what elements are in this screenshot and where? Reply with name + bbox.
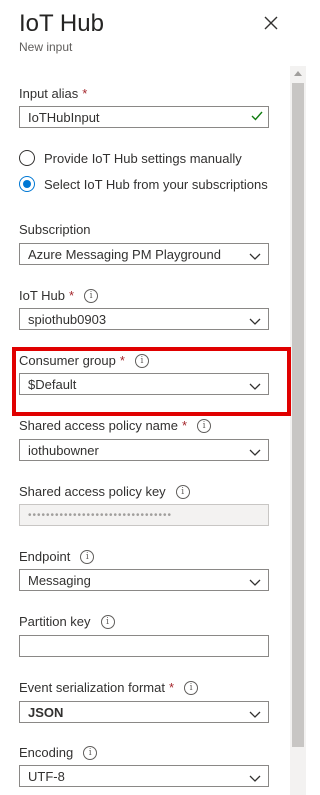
info-icon[interactable]: i — [80, 549, 95, 564]
shared-policy-name-dropdown[interactable]: iothubowner — [19, 439, 269, 461]
chevron-down-icon — [249, 314, 261, 329]
chevron-down-icon — [249, 771, 261, 786]
info-icon[interactable]: i — [184, 680, 199, 695]
chevron-down-icon — [249, 707, 261, 722]
scrollbar-thumb[interactable] — [292, 83, 304, 747]
radio-circle — [19, 150, 35, 166]
info-icon[interactable]: i — [100, 614, 115, 629]
panel-title: IoT Hub — [19, 10, 104, 37]
partition-key-field[interactable] — [19, 635, 269, 657]
subscription-label: Subscription — [19, 222, 91, 237]
close-icon[interactable] — [260, 12, 282, 34]
input-alias-label: Input alias * — [19, 86, 88, 101]
input-alias-field[interactable]: IoTHubInput — [19, 106, 269, 128]
new-input-panel: IoT Hub New input Input alias * IoTHubIn… — [0, 0, 315, 795]
shared-policy-key-field: •••••••••••••••••••••••••••••••• — [19, 504, 269, 526]
shared-policy-name-label: Shared access policy name * i — [19, 418, 212, 433]
info-icon[interactable]: i — [84, 288, 99, 303]
chevron-down-icon — [249, 249, 261, 264]
scroll-up-icon[interactable] — [290, 66, 306, 80]
endpoint-dropdown[interactable]: Messaging — [19, 569, 269, 591]
radio-select-from-subscriptions[interactable]: Select IoT Hub from your subscriptions — [19, 176, 268, 192]
endpoint-label: Endpoint i — [19, 549, 95, 564]
checkmark-icon — [251, 110, 263, 125]
info-icon[interactable]: i — [134, 353, 149, 368]
event-format-label: Event serialization format * i — [19, 680, 199, 695]
iot-hub-label: IoT Hub * i — [19, 288, 99, 303]
chevron-down-icon — [249, 445, 261, 460]
vertical-scrollbar[interactable] — [290, 66, 306, 795]
encoding-dropdown[interactable]: UTF-8 — [19, 765, 269, 787]
info-icon[interactable]: i — [83, 745, 98, 760]
consumer-group-dropdown[interactable]: $Default — [19, 373, 269, 395]
partition-key-label: Partition key i — [19, 614, 115, 629]
encoding-label: Encoding i — [19, 745, 98, 760]
info-icon[interactable]: i — [197, 418, 212, 433]
shared-policy-key-label: Shared access policy key i — [19, 484, 190, 499]
event-format-dropdown[interactable]: JSON — [19, 701, 269, 723]
iot-hub-dropdown[interactable]: spiothub0903 — [19, 308, 269, 330]
info-icon[interactable]: i — [175, 484, 190, 499]
panel-subtitle: New input — [19, 40, 73, 54]
consumer-group-label: Consumer group * i — [19, 353, 149, 368]
chevron-down-icon — [249, 575, 261, 590]
radio-circle-selected — [19, 176, 35, 192]
chevron-down-icon — [249, 379, 261, 394]
subscription-dropdown[interactable]: Azure Messaging PM Playground — [19, 243, 269, 265]
radio-provide-manually[interactable]: Provide IoT Hub settings manually — [19, 150, 242, 166]
